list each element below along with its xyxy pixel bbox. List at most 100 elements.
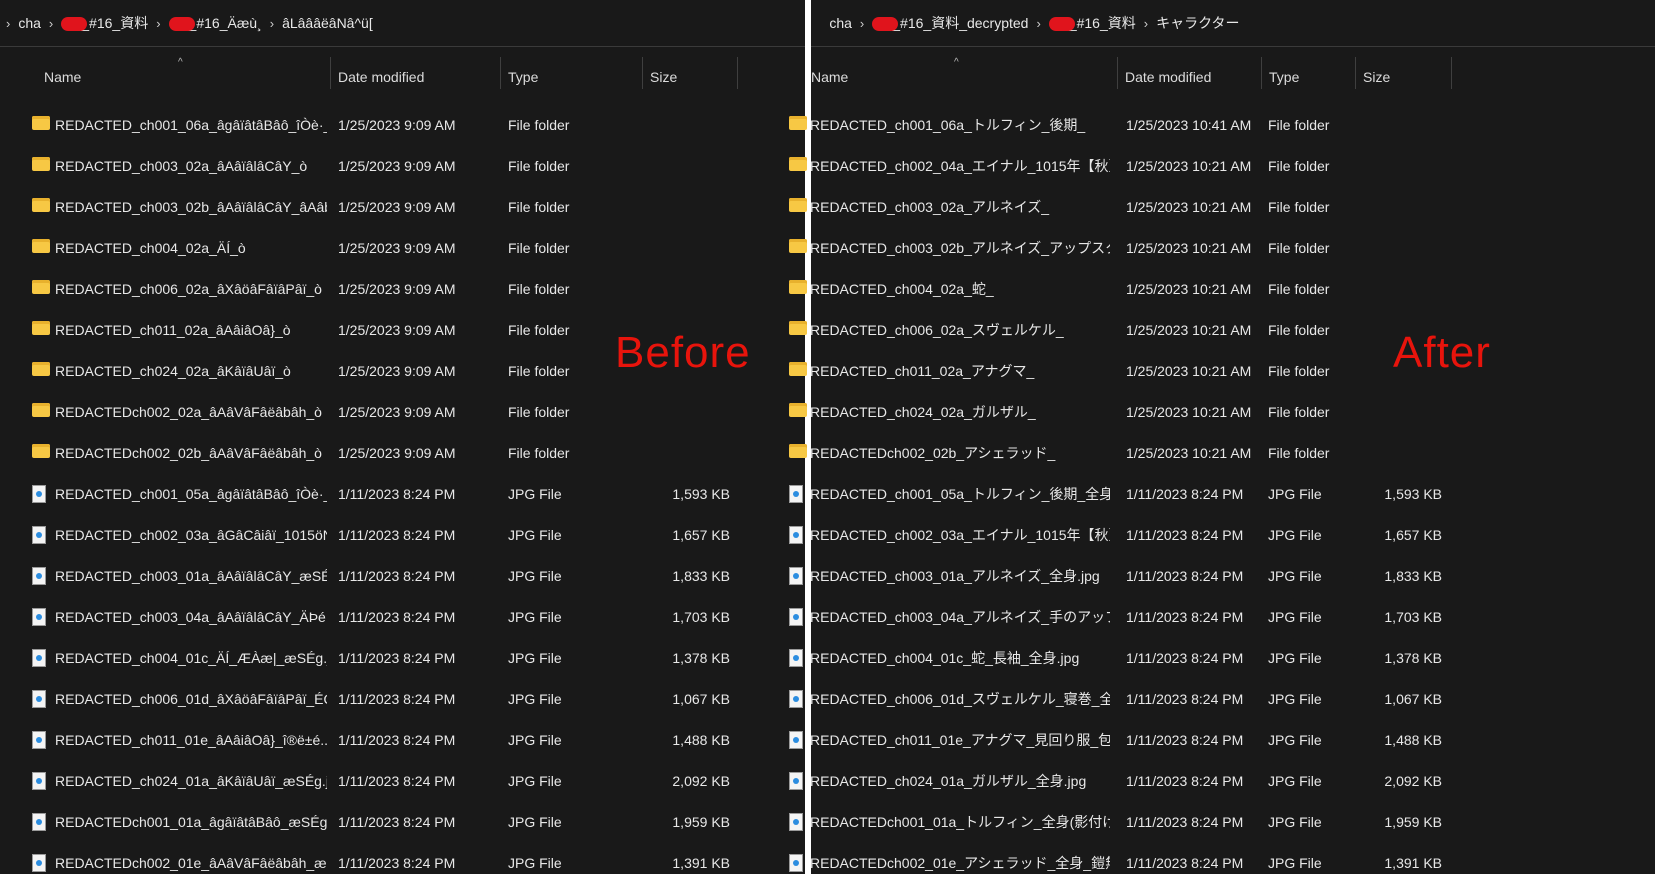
folder-icon [32,362,50,376]
overlay-label-after: After [1393,328,1491,377]
folder-row[interactable]: REDACTED_ch011_02a_アナグマ_ 1/25/2023 10:21 … [789,351,1655,392]
file-row[interactable]: REDACTED_ch004_01c_蛇_長袖_全身.jpg 1/11/2023 … [789,638,1655,679]
file-row[interactable]: REDACTEDch001_01a_トルフィン_全身(影付け).jpg 1/11/… [789,802,1655,843]
folder-icon [789,157,807,171]
chevron-right-icon[interactable]: › [860,16,864,31]
file-size: 2,092 KB [672,773,730,789]
date-modified: 1/25/2023 9:09 AM [338,240,456,256]
date-modified: 1/11/2023 8:24 PM [338,486,456,502]
column-headers: ^ Name Date modified Type Size [811,55,1655,105]
file-row[interactable]: REDACTED_ch003_04a_âAâïâlâCâY_ÄÞé║... 1/1… [0,597,805,638]
breadcrumb-item[interactable]: _#16_資料_decrypted [872,13,1028,33]
file-row[interactable]: REDACTED_ch006_01d_スヴェルケル_寝巻_全身.j... 1/11… [789,679,1655,720]
file-size: 1,488 KB [672,732,730,748]
file-size: 1,657 KB [672,527,730,543]
chevron-right-icon[interactable]: › [156,16,160,31]
image-file-icon [32,567,46,585]
redaction-mark [1048,17,1075,32]
chevron-right-icon[interactable]: › [1144,16,1148,31]
file-size: 1,833 KB [672,568,730,584]
folder-row[interactable]: REDACTED_ch003_02a_アルネイズ_ 1/25/2023 10:21… [789,187,1655,228]
file-row[interactable]: REDACTED_ch004_01c_ÄÍ_ÆÀæ|_æSÉg.j... 1/11… [0,638,805,679]
folder-icon [32,157,50,171]
date-modified: 1/11/2023 8:24 PM [1126,568,1244,584]
chevron-right-icon[interactable]: › [6,16,10,31]
breadcrumb-item[interactable]: cha [18,15,41,31]
file-row[interactable]: REDACTED_ch001_05a_トルフィン_後期_全身.jpg 1/11/2… [789,474,1655,515]
breadcrumb: › cha › _#16_資料 › _#16_Äæù¸ › âLâââëâNâ^… [0,0,805,47]
file-row[interactable]: REDACTED_ch002_03a_エイナル_1015年【秋】全... 1/11… [789,515,1655,556]
file-row[interactable]: REDACTED_ch003_01a_アルネイズ_全身.jpg 1/11/2023… [789,556,1655,597]
file-row[interactable]: REDACTED_ch024_01a_ガルザル_全身.jpg 1/11/2023 … [789,761,1655,802]
file-type: File folder [1268,158,1330,174]
date-modified: 1/11/2023 8:24 PM [338,568,456,584]
breadcrumb-item[interactable]: âLâââëâNâ^ü[ [282,15,373,31]
file-row[interactable]: REDACTED_ch024_01a_âKâïâUâï_æSÉg.jpg 1/11… [0,761,805,802]
file-row[interactable]: REDACTED_ch002_03a_âGâCâiâï_1015öN... 1/1… [0,515,805,556]
column-divider[interactable] [1451,57,1452,89]
file-type: JPG File [508,486,562,502]
file-name: REDACTED_ch002_03a_エイナル_1015年【秋】全... [810,527,1110,543]
image-file-icon [789,854,803,872]
breadcrumb: › cha › _#16_資料_decrypted › _#16_資料 › キャ… [811,0,1655,47]
redaction-mark [168,17,195,32]
file-name: REDACTED_ch006_01d_スヴェルケル_寝巻_全身.j... [810,691,1110,707]
column-header-name[interactable]: Name [797,55,1119,99]
file-name: REDACTED_ch004_02a_蛇_ [810,281,994,297]
file-name: REDACTED_ch004_01c_ÄÍ_ÆÀæ|_æSÉg.j... [55,650,327,666]
file-size: 1,593 KB [672,486,730,502]
file-type: File folder [1268,117,1330,133]
chevron-right-icon[interactable]: › [1036,16,1040,31]
folder-row[interactable]: REDACTED_ch006_02a_スヴェルケル_ 1/25/2023 10:2… [789,310,1655,351]
column-divider[interactable] [737,57,738,89]
file-size: 1,833 KB [1384,568,1442,584]
breadcrumb-item[interactable]: _#16_資料 [1048,13,1136,33]
column-header-date[interactable]: Date modified [330,55,500,99]
folder-row[interactable]: REDACTED_ch024_02a_ガルザル_ 1/25/2023 10:21 … [789,392,1655,433]
folder-row[interactable]: REDACTED_ch002_04a_エイナル_1015年【秋】 1/25/202… [789,146,1655,187]
folder-icon [32,321,50,335]
column-header-type[interactable]: Type [1261,55,1355,99]
file-name: REDACTED_ch024_01a_âKâïâUâï_æSÉg.jpg [55,773,327,789]
file-name: REDACTED_ch003_02b_âAâïâlâCâY_âAâb... [55,199,327,215]
column-header-size[interactable]: Size [1355,55,1451,99]
column-header-name[interactable]: Name [36,55,330,99]
file-row[interactable]: REDACTED_ch003_04a_アルネイズ_手のアップ参考... 1/11/… [789,597,1655,638]
folder-row[interactable]: REDACTED_ch003_02a_âAâïâlâCâY_ò 1/25/2023… [0,146,805,187]
file-row[interactable]: REDACTED_ch001_05a_âgâïâtâBâô_îÒè·_... 1/… [0,474,805,515]
breadcrumb-item[interactable]: _#16_資料 [61,13,148,33]
date-modified: 1/25/2023 10:41 AM [1126,117,1252,133]
folder-row[interactable]: REDACTEDch002_02b_アシェラッド_ 1/25/2023 10:21… [789,433,1655,474]
column-header-type[interactable]: Type [500,55,642,99]
explorer-pane-before: › cha › _#16_資料 › _#16_Äæù¸ › âLâââëâNâ^… [0,0,805,888]
chevron-right-icon[interactable]: › [49,16,53,31]
folder-row[interactable]: REDACTED_ch001_06a_トルフィン_後期_ 1/25/2023 10… [789,105,1655,146]
column-header-size[interactable]: Size [642,55,737,99]
folder-row[interactable]: REDACTED_ch003_02b_アルネイズ_アップスタイル_ 1/25/20… [789,228,1655,269]
breadcrumb-item[interactable]: cha [829,15,852,31]
file-type: JPG File [1268,691,1322,707]
chevron-right-icon[interactable]: › [270,16,274,31]
folder-row[interactable]: REDACTED_ch003_02b_âAâïâlâCâY_âAâb... 1/2… [0,187,805,228]
folder-row[interactable]: REDACTED_ch004_02a_ÄÍ_ò 1/25/2023 9:09 AM… [0,228,805,269]
file-name: REDACTED_ch003_02b_アルネイズ_アップスタイル_ [810,240,1110,256]
folder-row[interactable]: REDACTED_ch001_06a_âgâïâtâBâô_îÒè·_ò 1/25… [0,105,805,146]
file-row[interactable]: REDACTEDch001_01a_âgâïâtâBâô_æSÉg(... 1/1… [0,802,805,843]
date-modified: 1/25/2023 9:09 AM [338,281,456,297]
file-type: File folder [1268,404,1330,420]
folder-row[interactable]: REDACTED_ch004_02a_蛇_ 1/25/2023 10:21 AM F… [789,269,1655,310]
file-row[interactable]: REDACTED_ch003_01a_âAâïâlâCâY_æSÉg... 1/1… [0,556,805,597]
folder-row[interactable]: REDACTEDch002_02b_âAâVâFâëâbâh_ò 1/25/202… [0,433,805,474]
file-row[interactable]: REDACTED_ch006_01d_âXâöâFâïâPâï_ÉQ... 1/1… [0,679,805,720]
file-row[interactable]: REDACTED_ch011_01e_アナグマ_見回り服_包帯_... 1/11/… [789,720,1655,761]
file-type: JPG File [1268,486,1322,502]
file-row[interactable]: REDACTED_ch011_01e_âAâiâOâ}_î®ë±é... 1/11… [0,720,805,761]
image-file-icon [789,567,803,585]
folder-row[interactable]: REDACTEDch002_02a_âAâVâFâëâbâh_ò 1/25/202… [0,392,805,433]
folder-row[interactable]: REDACTED_ch006_02a_âXâöâFâïâPâï_ò 1/25/20… [0,269,805,310]
file-type: JPG File [508,773,562,789]
column-header-date[interactable]: Date modified [1117,55,1261,99]
file-type: File folder [1268,240,1330,256]
breadcrumb-item[interactable]: キャラクター [1156,13,1239,33]
breadcrumb-item[interactable]: _#16_Äæù¸ [168,15,262,32]
